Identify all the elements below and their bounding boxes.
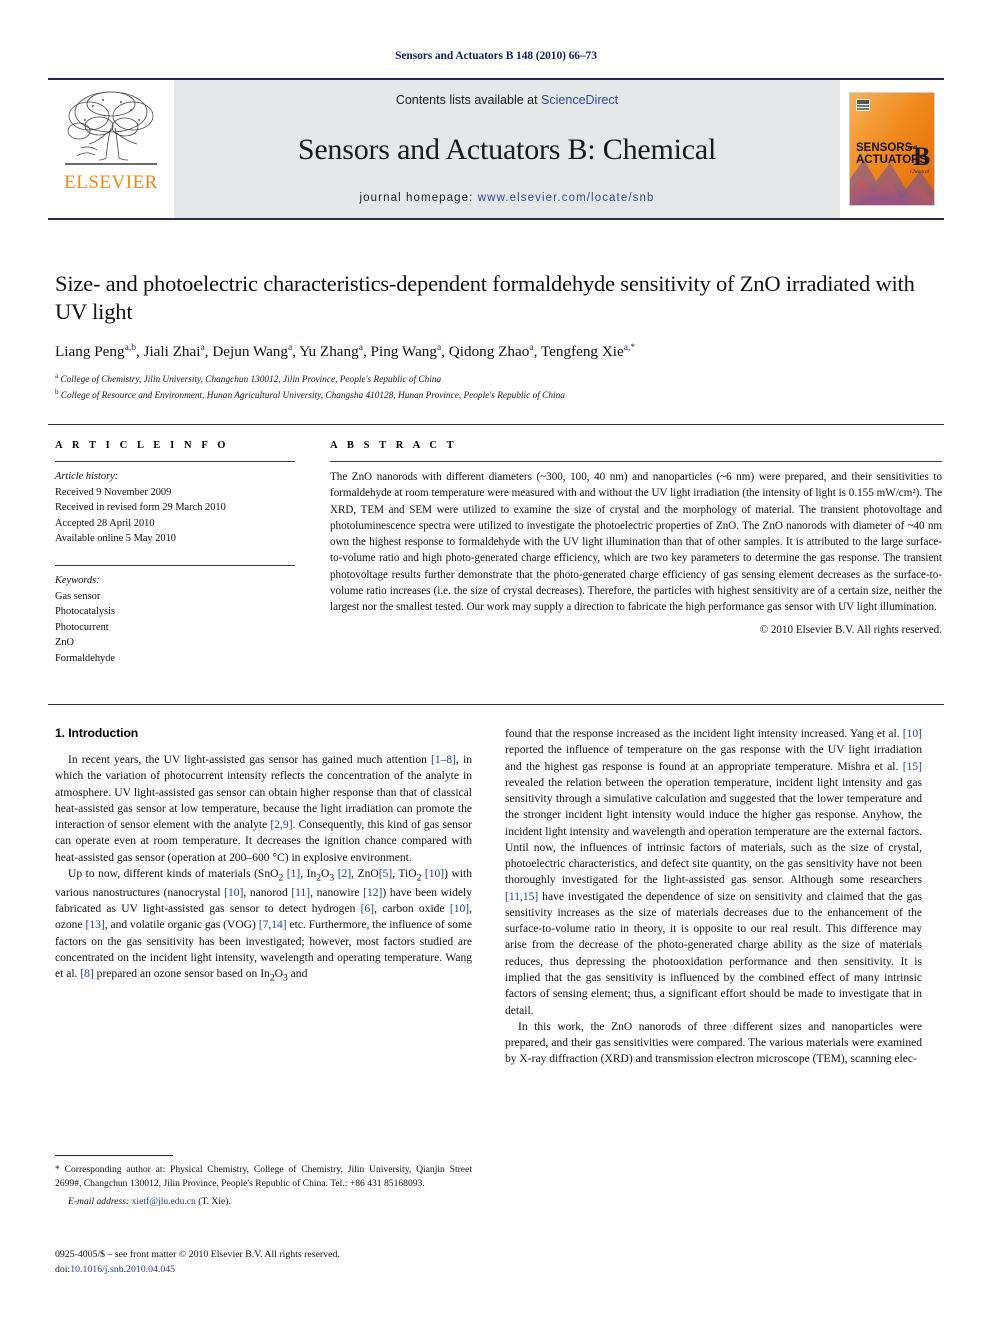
abstract-block: A B S T R A C T The ZnO nanorods with di…: [330, 440, 942, 636]
affiliation-a: a College of Chemistry, Jilin University…: [55, 371, 442, 385]
keywords-divider: [55, 565, 295, 567]
keyword-item: Photocurrent: [55, 621, 109, 633]
doi-link[interactable]: 10.1016/j.snb.2010.04.045: [70, 1264, 175, 1275]
history-item: Received in revised form 29 March 2010: [55, 502, 226, 514]
masthead-center: Contents lists available at ScienceDirec…: [174, 80, 840, 218]
doi-label: doi:: [55, 1263, 71, 1275]
journal-homepage-line: journal homepage: www.elsevier.com/locat…: [360, 192, 655, 204]
email-line: E-mail address: xietf@jlu.edu.cn (T. Xie…: [55, 1196, 472, 1207]
author-list: Liang Penga,b, Jiali Zhaia, Dejun Wanga,…: [55, 342, 636, 360]
body-columns: 1. Introduction In recent years, the UV …: [55, 726, 941, 1226]
sciencedirect-link[interactable]: ScienceDirect: [541, 93, 618, 107]
paragraph: found that the response increased as the…: [505, 728, 922, 1017]
abstract-heading: A B S T R A C T: [330, 440, 458, 451]
keyword-item: Photocatalysis: [55, 606, 116, 618]
cover-artwork-icon: SENSORS and ACTUATORS B Chemical: [850, 93, 934, 205]
paper-page: Sensors and Actuators B 148 (2010) 66–73: [0, 0, 992, 1323]
homepage-url-link[interactable]: www.elsevier.com/locate/snb: [478, 192, 655, 204]
info-rule-bottom: [48, 704, 944, 705]
elsevier-wordmark: ELSEVIER: [64, 172, 158, 193]
svg-text:SENSORS: SENSORS: [856, 142, 913, 154]
contents-available-line: Contents lists available at ScienceDirec…: [396, 93, 618, 107]
paragraph: In recent years, the UV light-assisted g…: [55, 754, 472, 864]
keywords-block: Keywords: Gas sensor Photocatalysis Phot…: [55, 573, 295, 667]
abstract-divider: [330, 461, 942, 462]
affiliation-list: a College of Chemistry, Jilin University…: [55, 371, 940, 405]
affiliation-b-text: College of Resource and Environment, Hun…: [60, 391, 565, 402]
history-item: Accepted 28 April 2010: [55, 517, 155, 529]
affiliation-a-text: College of Chemistry, Jilin University, …: [60, 374, 442, 385]
keyword-item: ZnO: [55, 637, 75, 649]
journal-cover-thumb[interactable]: SENSORS and ACTUATORS B Chemical: [840, 80, 944, 218]
corresponding-author-note: * Corresponding author at: Physical Chem…: [55, 1164, 472, 1189]
article-info-divider: [55, 461, 295, 462]
body-column-right: found that the response increased as the…: [505, 726, 922, 1068]
email-suffix: (T. Xie).: [195, 1195, 231, 1207]
journal-masthead: ELSEVIER Contents lists available at Sci…: [48, 78, 944, 220]
history-item: Available online 5 May 2010: [55, 533, 177, 545]
keyword-item: Formaldehyde: [55, 653, 116, 665]
issn-doi-block: 0925-4005/$ – see front matter © 2010 El…: [55, 1248, 485, 1277]
journal-title: Sensors and Actuators B: Chemical: [297, 132, 717, 166]
article-history: Article history: Received 9 November 200…: [55, 469, 295, 547]
elsevier-tree-icon: [65, 91, 157, 165]
info-rule-top: [48, 424, 944, 425]
keyword-item: Gas sensor: [55, 590, 101, 602]
journal-cover-image: SENSORS and ACTUATORS B Chemical: [849, 92, 935, 206]
body-column-left: 1. Introduction In recent years, the UV …: [55, 726, 472, 985]
abstract-copyright: © 2010 Elsevier B.V. All rights reserved…: [759, 624, 942, 637]
keywords-label: Keywords:: [55, 575, 100, 587]
affiliation-b: b College of Resource and Environment, H…: [55, 388, 565, 402]
history-item: Received 9 November 2009: [55, 486, 172, 498]
paragraph: In this work, the ZnO nanorods of three …: [505, 1020, 922, 1066]
svg-text:Chemical: Chemical: [910, 170, 930, 175]
homepage-prefix: journal homepage:: [359, 192, 478, 204]
issn-line: 0925-4005/$ – see front matter © 2010 El…: [55, 1249, 340, 1260]
running-head: Sensors and Actuators B 148 (2010) 66–73: [395, 50, 597, 62]
article-info-heading: A R T I C L E I N F O: [55, 440, 230, 451]
email-link[interactable]: xietf@jlu.edu.cn: [132, 1196, 196, 1207]
title-block: Size- and photoelectric characteristics-…: [55, 270, 940, 404]
doi-line: doi:10.1016/j.snb.2010.04.045: [55, 1263, 485, 1278]
article-info-block: A R T I C L E I N F O Article history: R…: [55, 440, 295, 667]
footnote-block: * Corresponding author at: Physical Chem…: [55, 1155, 472, 1207]
contents-prefix: Contents lists available at: [395, 93, 542, 107]
svg-text:B: B: [913, 142, 930, 171]
email-label: E-mail address:: [68, 1195, 130, 1207]
footnote-rule: [55, 1155, 173, 1156]
abstract-text: The ZnO nanorods with different diameter…: [330, 471, 942, 613]
elsevier-logo: ELSEVIER: [48, 80, 174, 218]
article-history-label: Article history:: [55, 471, 119, 482]
page-title: Size- and photoelectric characteristics-…: [55, 271, 915, 324]
paragraph: Up to now, different kinds of materials …: [55, 867, 473, 984]
section-heading-introduction: 1. Introduction: [55, 726, 139, 740]
